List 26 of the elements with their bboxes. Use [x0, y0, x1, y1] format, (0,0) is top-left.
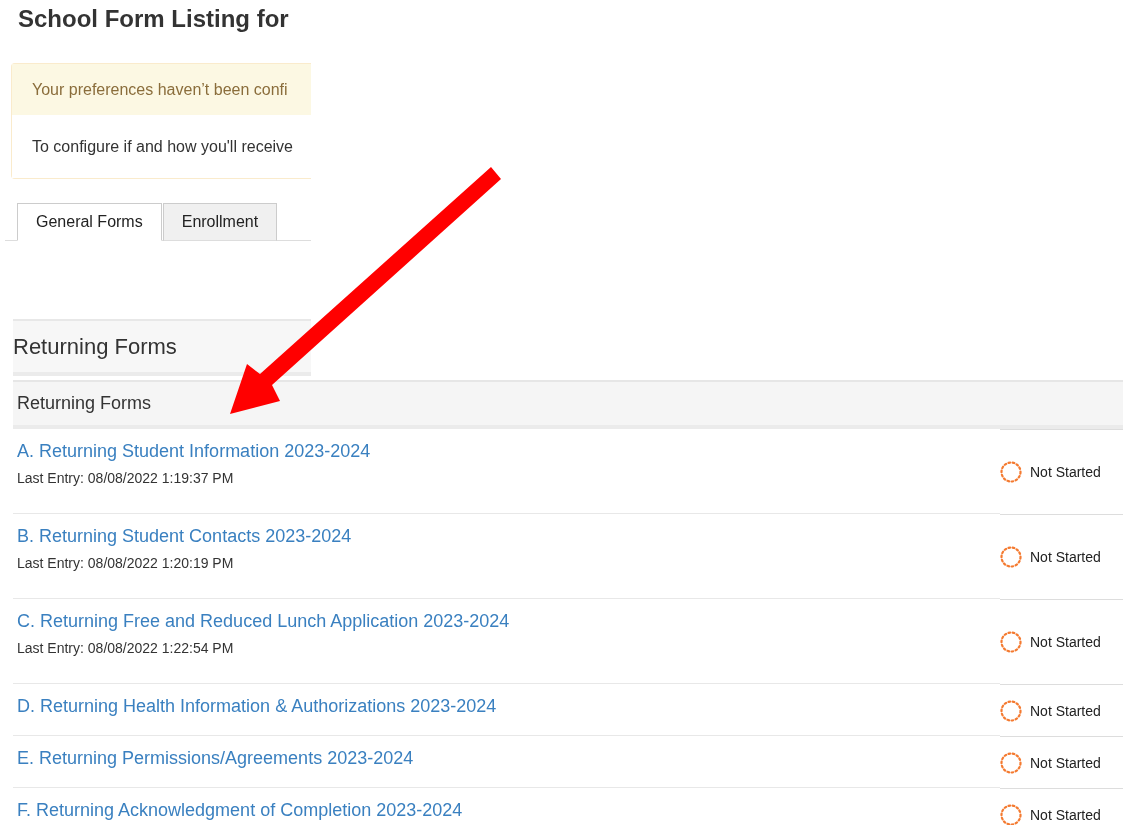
pending-circle-icon — [1000, 461, 1022, 483]
form-link[interactable]: F. Returning Acknowledgment of Completion 2023-2024 — [17, 800, 1000, 821]
section-heading: Returning Forms — [13, 319, 311, 376]
form-link[interactable]: B. Returning Student Contacts 2023-2024 — [17, 526, 1000, 547]
status-label: Not Started — [1030, 549, 1101, 565]
form-link[interactable]: E. Returning Permissions/Agreements 2023-2024 — [17, 748, 1000, 769]
pending-circle-icon — [1000, 631, 1022, 653]
tab[interactable]: Enrollment — [162, 203, 278, 241]
status-label: Not Started — [1030, 464, 1101, 480]
form-link[interactable]: A. Returning Student Information 2023-2024 — [17, 441, 1000, 462]
status-label: Not Started — [1030, 634, 1101, 650]
alert-heading: Your preferences haven’t been confi — [12, 64, 311, 115]
table-header: Returning Forms — [13, 380, 1123, 429]
status-label: Not Started — [1030, 702, 1101, 719]
pending-circle-icon — [1000, 699, 1022, 722]
last-entry-text: Last Entry: 08/08/2022 1:22:54 PM — [17, 640, 235, 656]
pending-circle-icon — [1000, 546, 1022, 568]
form-link[interactable]: C. Returning Free and Reduced Lunch Application 2023-2024 — [17, 611, 1000, 632]
pending-circle-icon — [1000, 751, 1022, 774]
status-label: Not Started — [1030, 806, 1101, 823]
tab[interactable]: General Forms — [17, 203, 162, 241]
form-link[interactable]: D. Returning Health Information & Authorizations 2023-2024 — [17, 696, 1000, 717]
page-title: School Form Listing for — [18, 5, 290, 33]
last-entry-text: Last Entry: 08/08/2022 1:20:19 PM — [17, 555, 235, 571]
status-label: Not Started — [1030, 754, 1101, 771]
last-entry-text: Last Entry: 08/08/2022 1:19:37 PM — [17, 470, 235, 486]
